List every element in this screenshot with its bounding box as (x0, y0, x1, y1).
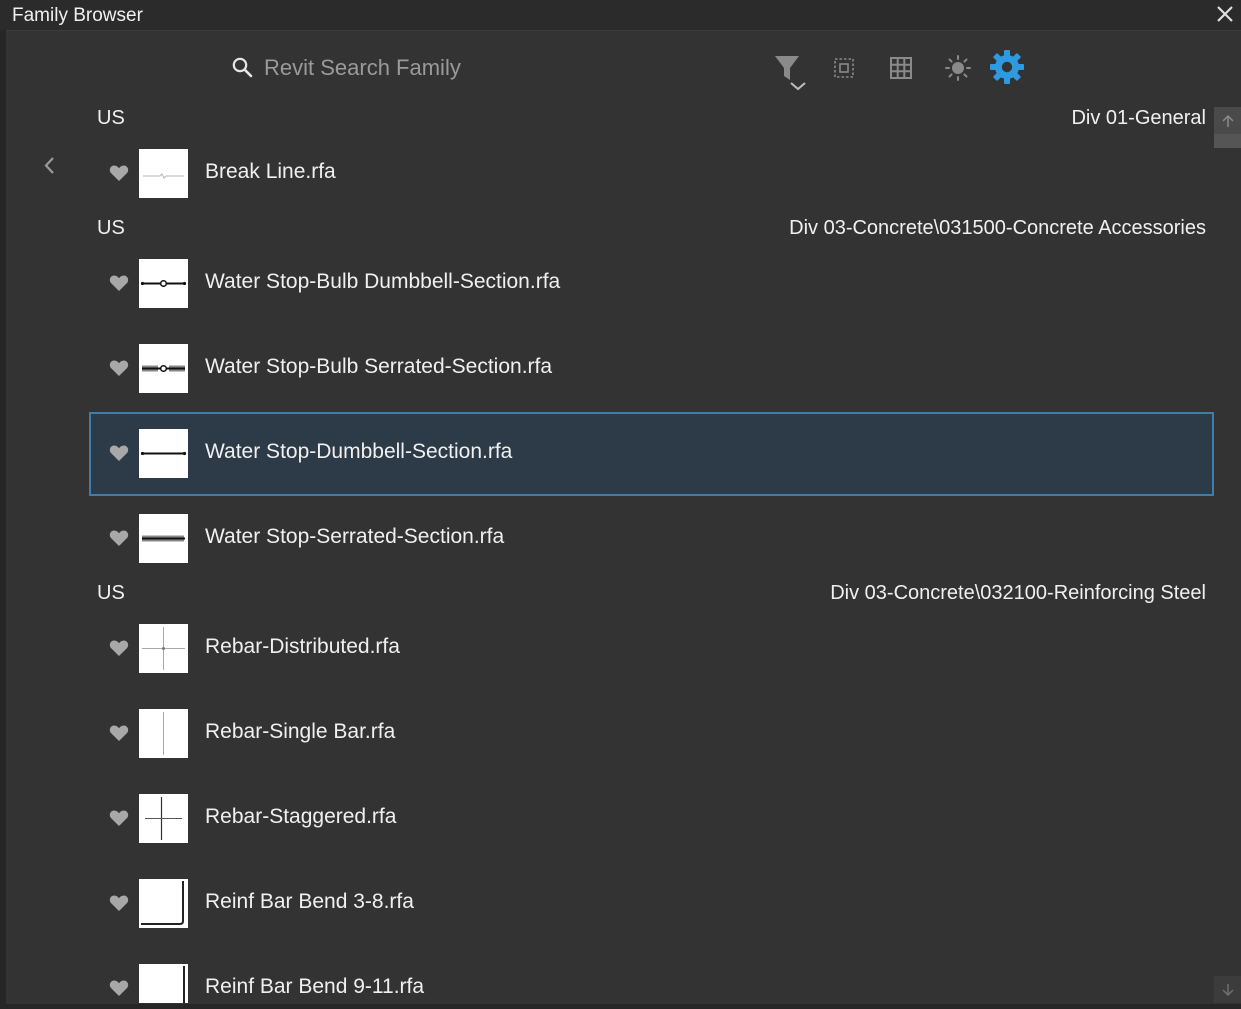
family-item[interactable]: Rebar-Staggered.rfa (89, 777, 1214, 861)
family-thumbnail (139, 344, 188, 393)
settings-icon (990, 50, 1024, 84)
group-library: US (97, 217, 125, 239)
theme-toggle-icon (945, 55, 971, 81)
family-thumbnail (139, 429, 188, 478)
family-item[interactable]: Water Stop-Bulb Dumbbell-Section.rfa (89, 242, 1214, 326)
heart-icon[interactable] (109, 529, 129, 547)
heart-icon[interactable] (109, 894, 129, 912)
toolbar (0, 40, 1241, 96)
family-name: Rebar-Distributed.rfa (205, 635, 400, 658)
family-item-selected[interactable]: Water Stop-Dumbbell-Section.rfa (89, 412, 1214, 496)
family-thumbnail (139, 259, 188, 308)
select-all-icon (834, 58, 854, 78)
heart-icon[interactable] (109, 164, 129, 182)
family-item[interactable]: Rebar-Single Bar.rfa (89, 692, 1214, 776)
group-path: Div 03-Concrete\032100-Reinforcing Steel (830, 582, 1206, 604)
heart-icon[interactable] (109, 444, 129, 462)
heart-icon[interactable] (109, 359, 129, 377)
settings-button[interactable] (988, 48, 1026, 86)
left-window-border (0, 30, 6, 1009)
family-thumbnail (139, 964, 188, 1003)
search-input[interactable] (262, 50, 686, 86)
grid-view-button[interactable] (887, 54, 915, 82)
family-thumbnail (139, 879, 188, 928)
family-item[interactable]: Break Line.rfa (89, 132, 1214, 216)
family-name: Water Stop-Serrated-Section.rfa (205, 525, 505, 548)
family-name: Rebar-Single Bar.rfa (205, 720, 396, 743)
group-library: US (97, 107, 125, 129)
heart-icon[interactable] (109, 979, 129, 997)
group-path: Div 01-General (1071, 107, 1206, 129)
theme-toggle-button[interactable] (943, 53, 973, 83)
family-thumbnail (139, 514, 188, 563)
family-name: Reinf Bar Bend 3-8.rfa (205, 890, 414, 913)
window-title: Family Browser (12, 5, 143, 26)
scroll-down-button[interactable] (1214, 976, 1241, 1003)
family-name: Water Stop-Bulb Serrated-Section.rfa (205, 355, 553, 378)
family-item[interactable]: Rebar-Distributed.rfa (89, 607, 1214, 691)
family-browser-window: Family Browser Revit Search Family US Di… (0, 0, 1241, 1009)
family-name: Reinf Bar Bend 9-11.rfa (205, 975, 425, 998)
filter-icon (775, 56, 806, 91)
bottom-window-border (0, 1004, 1241, 1009)
group-path: Div 03-Concrete\031500-Concrete Accessor… (789, 217, 1206, 239)
family-thumbnail (139, 794, 188, 843)
grid-view-icon (890, 57, 912, 79)
search-icon (232, 57, 253, 78)
family-name: Break Line.rfa (205, 160, 336, 183)
close-icon (1217, 6, 1233, 22)
vertical-scrollbar[interactable] (1214, 107, 1241, 1003)
chevron-left-icon (44, 157, 54, 174)
scroll-up-button[interactable] (1214, 107, 1241, 134)
scroll-thumb[interactable] (1214, 134, 1241, 148)
close-button[interactable] (1213, 2, 1237, 26)
back-button[interactable] (36, 152, 64, 180)
family-name: Water Stop-Bulb Dumbbell-Section.rfa (205, 270, 561, 293)
select-all-button[interactable] (831, 55, 857, 81)
filter-button[interactable] (772, 52, 806, 96)
arrow-down-icon (1221, 983, 1234, 996)
family-item[interactable]: Water Stop-Serrated-Section.rfa (89, 497, 1214, 581)
heart-icon[interactable] (109, 639, 129, 657)
title-bar: Family Browser (0, 0, 1241, 31)
group-library: US (97, 582, 125, 604)
family-item[interactable]: Reinf Bar Bend 9-11.rfa (89, 947, 1214, 1003)
heart-icon[interactable] (109, 809, 129, 827)
heart-icon[interactable] (109, 274, 129, 292)
family-item[interactable]: Reinf Bar Bend 3-8.rfa (89, 862, 1214, 946)
family-name: Water Stop-Dumbbell-Section.rfa (205, 440, 513, 463)
arrow-up-icon (1221, 114, 1234, 127)
family-thumbnail (139, 624, 188, 673)
family-item[interactable]: Water Stop-Bulb Serrated-Section.rfa (89, 327, 1214, 411)
family-name: Rebar-Staggered.rfa (205, 805, 397, 828)
family-thumbnail (139, 149, 188, 198)
family-thumbnail (139, 709, 188, 758)
heart-icon[interactable] (109, 724, 129, 742)
